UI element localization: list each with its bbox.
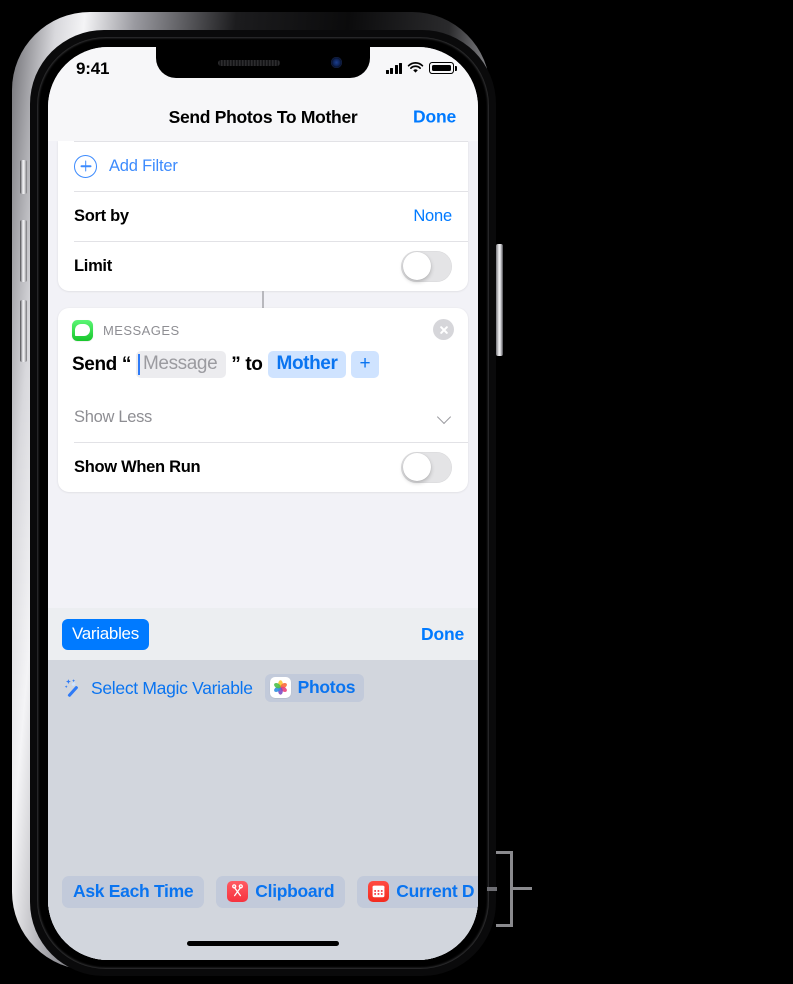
callout-bracket [487,851,532,927]
chevron-down-icon [439,411,452,424]
close-circle-icon[interactable] [433,319,454,340]
navigation-bar: Send Photos To Mother Done [48,93,478,141]
messages-app-icon [72,320,93,341]
ask-each-time-chip[interactable]: Ask Each Time [62,876,205,908]
calendar-icon [368,881,390,902]
add-filter-row[interactable]: Add Filter [58,141,468,191]
ask-each-time-label: Ask Each Time [73,881,194,901]
show-when-run-toggle[interactable] [401,451,452,483]
mute-switch-button[interactable] [20,160,27,194]
nav-done-button[interactable]: Done [413,107,456,128]
volume-down-button[interactable] [20,300,27,362]
messages-action-body: Send “ Message ” to Mother + [58,343,468,392]
home-indicator[interactable] [187,941,339,946]
show-when-run-row: Show When Run [58,442,468,492]
show-when-run-label: Show When Run [74,457,201,476]
limit-toggle[interactable] [401,250,452,282]
sort-by-row[interactable]: Sort by None [58,191,468,241]
power-button[interactable] [496,244,503,356]
variables-done-button[interactable]: Done [421,624,464,645]
send-word: Send [72,353,117,375]
magic-wand-icon [64,678,84,698]
limit-row: Limit [58,241,468,291]
text-caret [137,354,140,375]
notch [156,47,370,78]
show-less-row[interactable]: Show Less [58,392,468,442]
select-magic-variable-row[interactable]: Select Magic Variable Photos [48,660,478,702]
messages-action-card: MESSAGES Send “ Message ” to Mother + Sh… [58,308,468,492]
earpiece-speaker-icon [218,60,280,66]
action-connector-line [262,291,264,308]
variable-suggestions-bar: Ask Each Time Clipboard Current D [48,870,478,914]
variables-button[interactable]: Variables [62,618,149,650]
sort-by-value[interactable]: None [413,207,452,226]
status-time: 9:41 [76,59,110,78]
status-icons [385,62,457,74]
page-title: Send Photos To Mother [168,106,358,127]
phone-screen: 9:41 Send Photos To Mother Done Add Filt… [48,47,478,960]
add-filter-label: Add Filter [109,156,178,175]
photos-chip-label: Photos [297,677,356,697]
photos-variable-chip[interactable]: Photos [264,674,365,702]
clipboard-scissors-icon [227,881,249,902]
current-date-label: Current D [396,881,475,901]
variables-toolbar: Variables Done [48,608,478,660]
photos-app-icon [269,677,291,698]
screenshot-root: 9:41 Send Photos To Mother Done Add Filt… [0,0,793,984]
message-input[interactable]: Message [135,351,227,378]
find-photos-card: Add Filter Sort by None Limit [58,141,468,291]
recipient-variable-chip[interactable]: Mother [267,351,347,378]
phone-frame: 9:41 Send Photos To Mother Done Add Filt… [12,12,503,976]
to-word: to [245,353,263,375]
variables-list-area: Select Magic Variable Photos [48,660,478,960]
open-quote: “ [121,353,132,375]
message-placeholder: Message [142,353,218,374]
volume-up-button[interactable] [20,220,27,282]
select-magic-variable-label: Select Magic Variable [91,677,253,698]
current-date-chip[interactable]: Current D [357,876,478,908]
sort-by-label: Sort by [74,206,129,225]
add-recipient-button[interactable]: + [351,351,379,378]
plus-circle-icon [74,154,97,178]
battery-icon [429,62,457,74]
front-camera-icon [331,57,342,68]
signal-bars-icon [385,62,402,74]
limit-label: Limit [74,256,112,275]
messages-app-name: MESSAGES [103,323,180,338]
messages-card-header: MESSAGES [58,308,468,343]
wifi-icon [407,62,424,73]
close-quote: ” [231,353,241,375]
variables-panel: Variables Done Select Magic Variable Pho… [48,608,478,960]
clipboard-label: Clipboard [255,881,335,901]
show-less-label: Show Less [74,407,153,426]
clipboard-chip[interactable]: Clipboard [216,876,346,908]
